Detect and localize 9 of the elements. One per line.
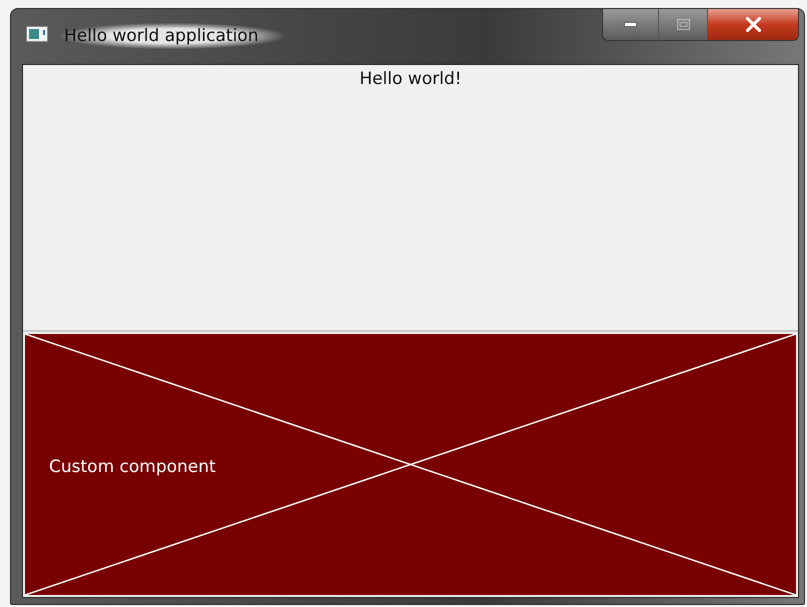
minimize-button[interactable] [603,9,658,40]
minimize-icon [624,22,637,27]
maximize-icon [676,19,690,30]
component-label: Custom component [49,456,216,476]
hello-label: Hello world! [359,69,462,91]
close-button[interactable] [707,9,798,40]
app-icon [26,26,48,42]
window-title: Hello world application [60,23,284,49]
close-icon [746,17,760,32]
